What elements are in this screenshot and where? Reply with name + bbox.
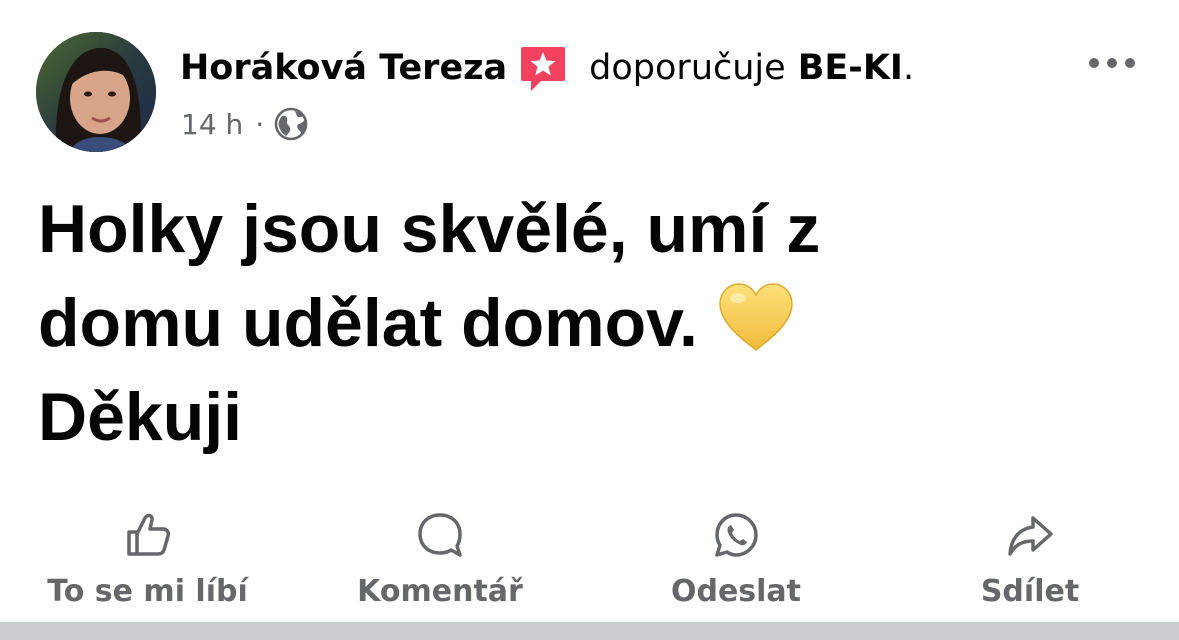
more-horizontal-icon[interactable]	[1086, 52, 1138, 74]
globe-icon[interactable]	[274, 107, 308, 141]
like-button[interactable]: To se mi líbí	[30, 510, 265, 620]
comment-label: Komentář	[357, 574, 523, 609]
page-name-link[interactable]: BE-KI	[798, 48, 903, 88]
author-name[interactable]: Horáková Tereza	[180, 48, 507, 88]
post-card: Horáková Tereza doporučuje BE-KI. 14 h ·	[0, 0, 1179, 640]
yellow-heart-icon	[716, 280, 796, 354]
comment-button[interactable]: Komentář	[340, 510, 540, 620]
action-bar: To se mi líbí Komentář Odeslat Sdílet	[0, 510, 1179, 620]
send-label: Odeslat	[670, 574, 802, 609]
post-body-line: Děkuji	[38, 379, 243, 455]
post-time[interactable]: 14 h	[181, 108, 243, 141]
share-button[interactable]: Sdílet	[965, 510, 1095, 620]
recommends-text: doporučuje	[589, 48, 786, 88]
recommendation-star-icon	[519, 45, 567, 95]
avatar-image	[36, 32, 156, 152]
post-body-line: Holky jsou skvělé, umí z	[38, 191, 821, 267]
share-icon	[1008, 516, 1053, 556]
post-meta: 14 h ·	[181, 104, 308, 144]
like-label: To se mi líbí	[47, 574, 248, 609]
like-icon	[126, 513, 170, 556]
comment-icon	[418, 513, 462, 557]
feed-divider	[0, 622, 1179, 640]
post-header: Horáková Tereza doporučuje BE-KI.	[180, 40, 914, 96]
page-suffix: .	[902, 48, 915, 88]
meta-separator: ·	[255, 107, 265, 141]
post-body-line-with-emoji: domu udělat domov.	[38, 276, 1148, 370]
send-button[interactable]: Odeslat	[655, 510, 817, 620]
whatsapp-icon	[715, 513, 758, 557]
share-label: Sdílet	[980, 574, 1080, 609]
avatar[interactable]	[36, 32, 156, 152]
post-body-line: domu udělat domov.	[38, 285, 698, 361]
post-body: Holky jsou skvělé, umí z domu udělat dom…	[38, 182, 1148, 464]
